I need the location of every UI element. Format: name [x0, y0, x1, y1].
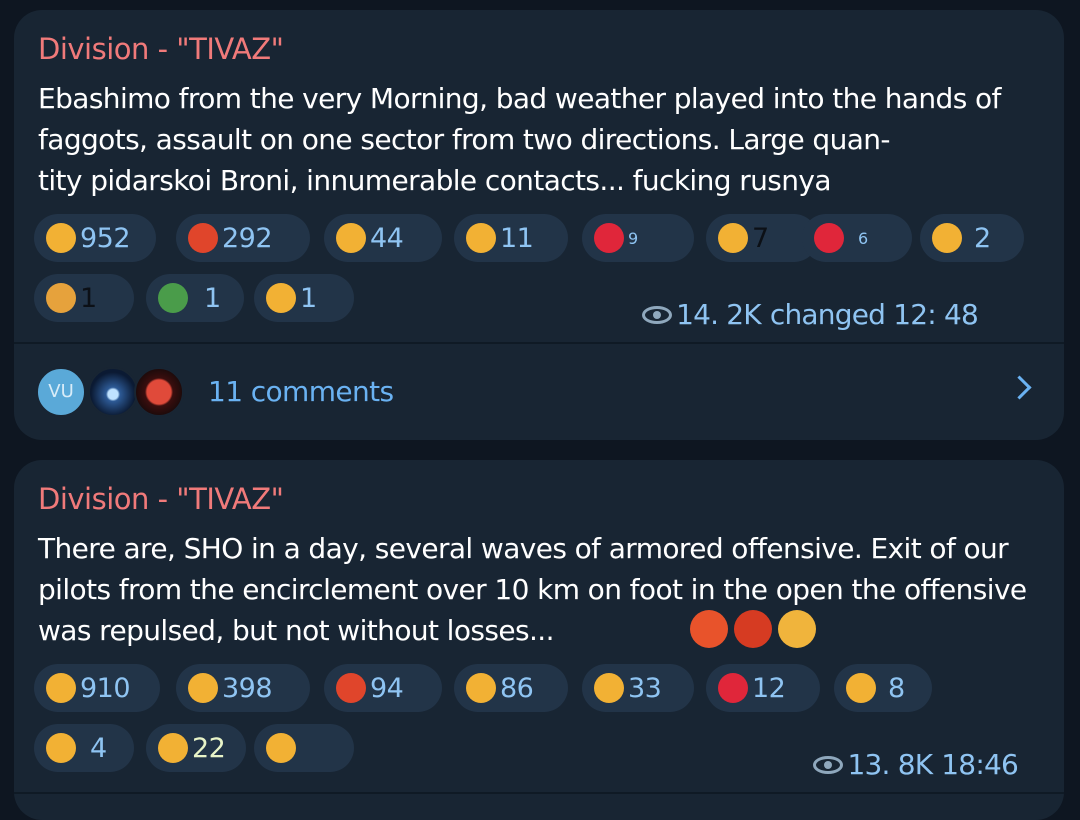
reaction-sad[interactable]: 33	[582, 664, 694, 712]
pointing-hand-icon	[466, 673, 496, 703]
views-eye-icon	[642, 305, 673, 324]
reaction-party[interactable]: 1	[34, 274, 134, 322]
party-popper-icon	[46, 283, 76, 313]
edited-timestamp: changed 12: 48	[769, 298, 979, 331]
pray-icon	[46, 223, 76, 253]
avatar: VU	[36, 367, 86, 417]
exploding-head-icon	[778, 610, 816, 648]
message-line: faggots, assault on one sector from two …	[38, 123, 891, 156]
exploding-head-icon	[718, 223, 748, 253]
message-bubble[interactable]: Division - "TIVAZ" There are, SHO in a d…	[14, 460, 1064, 820]
reaction-broken-heart[interactable]: 12	[706, 664, 820, 712]
chevron-right-icon	[1007, 375, 1032, 400]
comments-count: 11 comments	[208, 375, 394, 408]
reaction-screaming[interactable]: 8	[834, 664, 932, 712]
hugging-face-icon	[266, 283, 296, 313]
message-meta: 13. 8K 18:46	[813, 748, 1019, 781]
message-meta: 14. 2K changed 12: 48	[642, 298, 979, 331]
reaction-pray[interactable]: 910	[34, 664, 160, 712]
star-struck-icon	[266, 733, 296, 763]
reaction-champagne[interactable]: 1	[146, 274, 244, 322]
channel-name[interactable]: Division - "TIVAZ"	[38, 482, 284, 516]
champagne-icon	[158, 283, 188, 313]
reaction-broken-heart[interactable]: 9	[582, 214, 694, 262]
message-text: There are, SHO in a day, several waves o…	[38, 528, 1038, 651]
reaction-cursing[interactable]: 292	[176, 214, 310, 262]
reaction-cursing[interactable]: 94	[324, 664, 442, 712]
reaction-exploding-head[interactable]: 4	[34, 724, 134, 772]
reaction-heart[interactable]: 6	[802, 214, 912, 262]
reaction-star-struck[interactable]: 2	[920, 214, 1024, 262]
reaction-pointing[interactable]: 86	[454, 664, 568, 712]
pray-icon	[46, 673, 76, 703]
avatar	[88, 367, 138, 417]
cursing-face-icon	[188, 223, 218, 253]
views-count: 14. 2K	[676, 298, 762, 331]
thumbs-up-icon	[158, 733, 188, 763]
comments-button[interactable]: VU 11 comments	[14, 355, 1064, 435]
divider	[14, 792, 1064, 794]
views-count: 13. 8K	[847, 748, 933, 781]
thumbs-up-icon	[466, 223, 496, 253]
message-bubble[interactable]: Division - "TIVAZ" Ebashimo from the ver…	[14, 10, 1064, 440]
message-line: There are, SHO in a day, several waves o…	[38, 532, 1009, 565]
pointing-hand-icon	[336, 223, 366, 253]
cursing-face-icon	[336, 673, 366, 703]
divider	[14, 342, 1064, 344]
reaction-thumbs-up[interactable]: 22	[146, 724, 246, 772]
angry-face-icon	[690, 610, 728, 648]
avatar	[134, 367, 184, 417]
message-text: Ebashimo from the very Morning, bad weat…	[38, 78, 1038, 201]
reaction-star-struck[interactable]	[254, 724, 354, 772]
reaction-pointing[interactable]: 44	[324, 214, 442, 262]
timestamp: 18:46	[941, 748, 1019, 781]
reaction-thumbs-up[interactable]: 11	[454, 214, 568, 262]
broken-heart-icon	[718, 673, 748, 703]
crying-face-icon	[188, 673, 218, 703]
message-line: pilots from the encirclement over 10 km …	[38, 573, 1027, 606]
views-eye-icon	[813, 755, 844, 774]
message-line: tity pidarskoi Broni, innumerable contac…	[38, 164, 832, 197]
reaction-pray[interactable]: 952	[34, 214, 156, 262]
red-heart-icon	[814, 223, 844, 253]
screaming-face-icon	[846, 673, 876, 703]
reaction-crying[interactable]: 398	[176, 664, 310, 712]
broken-heart-icon	[594, 223, 624, 253]
message-line: was repulsed, but not without losses...	[38, 614, 554, 647]
message-line: Ebashimo from the very Morning, bad weat…	[38, 82, 1001, 115]
channel-name[interactable]: Division - "TIVAZ"	[38, 32, 284, 66]
star-struck-icon	[932, 223, 962, 253]
sad-face-icon	[594, 673, 624, 703]
inline-emojis	[690, 610, 816, 648]
exploding-head-icon	[46, 733, 76, 763]
cursing-face-icon	[734, 610, 772, 648]
reaction-hugging[interactable]: 1	[254, 274, 354, 322]
